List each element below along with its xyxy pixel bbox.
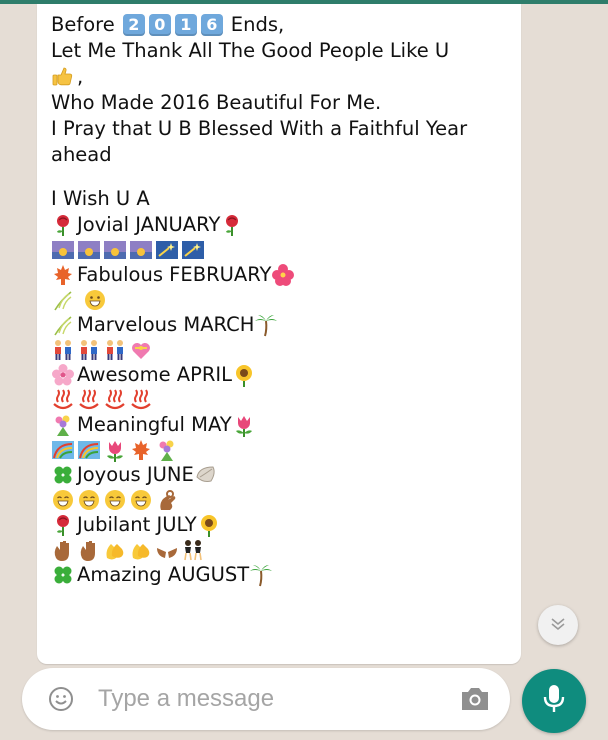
keycap-digit: 6 xyxy=(200,14,223,36)
hot-springs-icon xyxy=(129,388,153,412)
rice-plant-icon xyxy=(51,313,75,337)
shell-icon xyxy=(194,463,218,487)
waving-hand-icon xyxy=(77,538,101,562)
emoji-row-march xyxy=(51,338,521,362)
emoji-row-june xyxy=(51,488,521,512)
maple-leaf-icon xyxy=(51,263,75,287)
bouquet-icon xyxy=(51,413,75,437)
keycap-digit: 2 xyxy=(122,14,145,36)
rose-icon xyxy=(220,213,244,237)
month-line-march: Marvelous MARCH xyxy=(51,312,521,338)
sunflower-icon xyxy=(197,513,221,537)
message-line-6: ahead xyxy=(51,143,112,166)
shooting-star-icon xyxy=(155,238,179,262)
couple-icon xyxy=(77,338,101,362)
emoji-row-january xyxy=(51,238,521,262)
hibiscus-icon xyxy=(271,263,295,287)
voice-record-button[interactable] xyxy=(522,669,586,733)
chat-background: Before 2 0 1 6 Ends, Let Me Thank All Th… xyxy=(0,4,608,740)
smiley-icon[interactable] xyxy=(48,686,74,712)
month-line-january: Jovial JANUARY xyxy=(51,212,521,238)
month-line-may: Meaningful MAY xyxy=(51,412,521,438)
grinning-face-icon xyxy=(83,288,107,312)
message-line-3: , xyxy=(51,64,521,90)
dancers-icon xyxy=(181,538,205,562)
month-line-july: Jubilant JULY xyxy=(51,512,521,538)
emoji-row-may xyxy=(51,438,521,462)
message-line-1: Before 2 0 1 6 Ends, xyxy=(51,13,285,36)
month-line-august: Amazing AUGUST xyxy=(51,562,521,588)
sunrise-icon xyxy=(77,238,101,262)
month-line-april: Awesome APRIL xyxy=(51,362,521,388)
message-composer: Type a message xyxy=(22,668,510,730)
message-line-2: Let Me Thank All The Good People Like U xyxy=(51,39,450,62)
hot-springs-icon xyxy=(103,388,127,412)
hot-springs-icon xyxy=(51,388,75,412)
grinning-face-icon xyxy=(103,488,127,512)
message-line-5: I Pray that U B Blessed With a Faithful … xyxy=(51,117,468,140)
grinning-face-icon xyxy=(129,488,153,512)
sunrise-icon xyxy=(129,238,153,262)
emoji-row-july xyxy=(51,538,521,562)
tulip-icon xyxy=(103,438,127,462)
sunrise-icon xyxy=(51,238,75,262)
bouquet-icon xyxy=(155,438,179,462)
maple-leaf-icon xyxy=(129,438,153,462)
scroll-down-button[interactable] xyxy=(538,605,578,645)
camera-icon[interactable] xyxy=(458,684,492,714)
rose-icon xyxy=(51,213,75,237)
thumbs-up-icon xyxy=(51,65,75,89)
emoji-row-april xyxy=(51,388,521,412)
clapping-hands-icon xyxy=(129,538,153,562)
message-bubble[interactable]: Before 2 0 1 6 Ends, Let Me Thank All Th… xyxy=(37,4,521,664)
double-chevron-down-icon xyxy=(550,616,566,635)
rose-icon xyxy=(51,513,75,537)
palm-tree-icon xyxy=(249,563,273,587)
grinning-face-icon xyxy=(51,488,75,512)
rice-plant-icon xyxy=(51,288,75,312)
sunflower-icon xyxy=(232,363,256,387)
open-hands-icon xyxy=(155,538,179,562)
clapping-hands-icon xyxy=(103,538,127,562)
couple-icon xyxy=(103,338,127,362)
palm-tree-icon xyxy=(254,313,278,337)
heart-ribbon-icon xyxy=(129,338,153,362)
couple-icon xyxy=(51,338,75,362)
hot-springs-icon xyxy=(77,388,101,412)
rainbow-icon xyxy=(77,438,101,462)
month-line-june: Joyous JUNE xyxy=(51,462,521,488)
message-input[interactable]: Type a message xyxy=(98,685,458,713)
ok-hand-icon xyxy=(155,488,179,512)
rainbow-icon xyxy=(51,438,75,462)
month-line-february: Fabulous FEBRUARY xyxy=(51,262,521,288)
emoji-row-february xyxy=(51,288,521,312)
sunrise-icon xyxy=(103,238,127,262)
tulip-icon xyxy=(232,413,256,437)
four-leaf-clover-icon xyxy=(51,563,75,587)
grinning-face-icon xyxy=(77,488,101,512)
message-line-4: Who Made 2016 Beautiful For Me. xyxy=(51,91,382,114)
waving-hand-icon xyxy=(51,538,75,562)
four-leaf-clover-icon xyxy=(51,463,75,487)
keycap-digit: 0 xyxy=(148,14,171,36)
keycap-digit: 1 xyxy=(174,14,197,36)
mic-icon xyxy=(541,683,567,719)
cherry-blossom-icon xyxy=(51,363,75,387)
shooting-star-icon xyxy=(181,238,205,262)
message-line-7: I Wish U A xyxy=(51,187,150,210)
